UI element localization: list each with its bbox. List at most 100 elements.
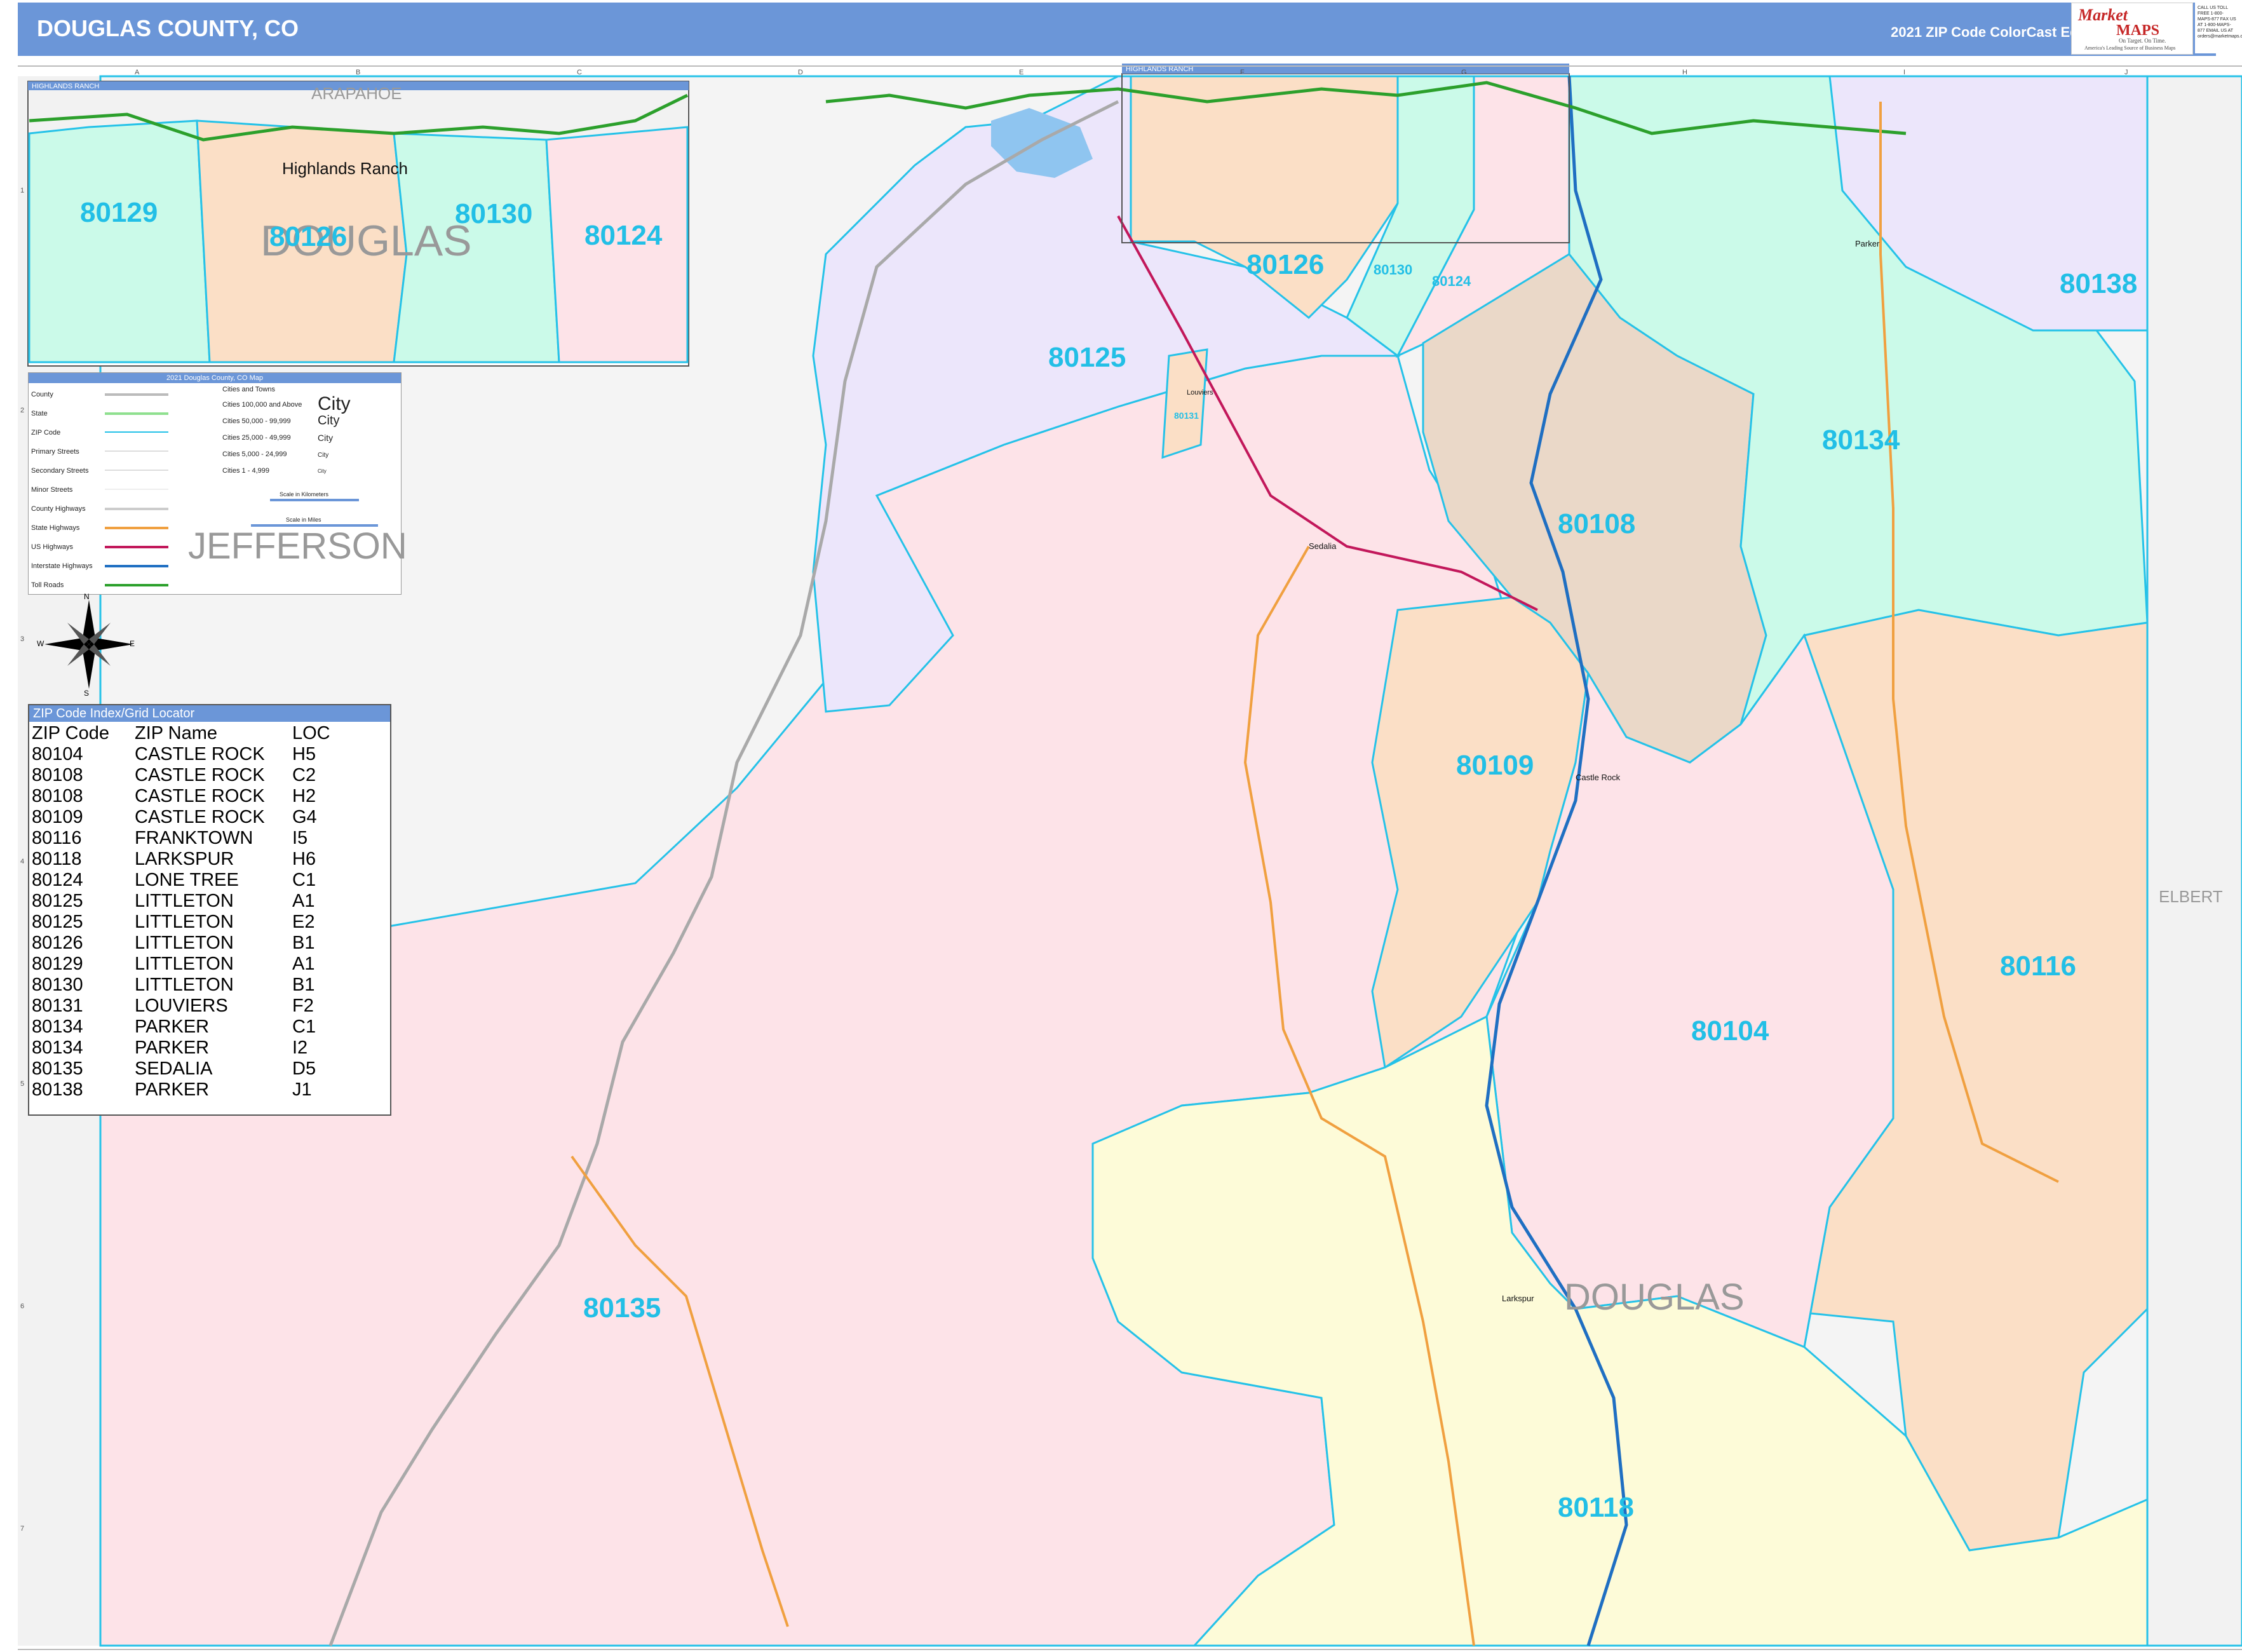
zip-index-row[interactable]: 80125 LITTLETON A1	[30, 891, 330, 912]
legend-line-state	[105, 412, 168, 415]
zip-label-80138[interactable]: 80138	[2060, 268, 2137, 300]
zip-name-cell: FRANKTOWN	[135, 828, 253, 848]
zip-index-title: ZIP Code Index/Grid Locator	[29, 705, 390, 722]
legend-line-county	[105, 393, 168, 396]
zip-index-header-name: ZIP Name	[135, 723, 218, 743]
zip-index-row[interactable]: 80134 PARKER I2	[30, 1038, 330, 1059]
zip-label-80126[interactable]: 80126	[1246, 249, 1324, 281]
legend-cities-header: Cities and Towns	[222, 386, 275, 393]
zip-loc-cell: C2	[292, 765, 316, 785]
zip-label-80118[interactable]: 80118	[1558, 1492, 1634, 1524]
zip-index-row[interactable]: 80109 CASTLE ROCK G4	[30, 807, 330, 828]
zip-name-cell: CASTLE ROCK	[135, 807, 265, 827]
legend-scale-mi: Scale in Miles	[286, 517, 321, 523]
place-larkspur: Larkspur	[1502, 1294, 1534, 1303]
zip-code-index: ZIP Code Index/Grid Locator ZIP Code ZIP…	[28, 704, 391, 1116]
zip-index-row[interactable]: 80126 LITTLETON B1	[30, 933, 330, 954]
zip-label-80131[interactable]: 80131	[1174, 410, 1199, 421]
legend-line-secondary	[105, 470, 168, 471]
zip-code-cell: 80130	[32, 975, 83, 995]
compass-s: S	[84, 689, 90, 698]
legend-row-state-hwy: State Highways	[31, 524, 80, 532]
legend-line-zip	[105, 431, 168, 433]
zip-loc-cell: I5	[292, 828, 308, 848]
zip-index-row[interactable]: 80134 PARKER C1	[30, 1017, 330, 1038]
zip-index-row[interactable]: 80108 CASTLE ROCK C2	[30, 765, 330, 786]
zip-name-cell: LITTLETON	[135, 933, 234, 953]
zip-loc-cell: H5	[292, 744, 316, 764]
county-label-douglas: DOUGLAS	[1564, 1276, 1745, 1318]
legend-city-sample-1: City	[318, 393, 351, 414]
zip-label-80135[interactable]: 80135	[583, 1292, 661, 1324]
zip-code-cell: 80124	[32, 870, 83, 890]
zip-code-cell: 80108	[32, 765, 83, 785]
inset-place-highlands-ranch: Highlands Ranch	[282, 159, 409, 178]
legend-city-row-2: Cities 50,000 - 99,999	[222, 417, 291, 425]
place-louviers: Louviers	[1187, 389, 1213, 396]
zip-name-cell: CASTLE ROCK	[135, 786, 265, 806]
zip-loc-cell: E2	[292, 912, 315, 932]
grid-col-d: D	[798, 69, 803, 76]
legend-row-minor: Minor Streets	[31, 486, 73, 494]
zip-label-80109[interactable]: 80109	[1456, 750, 1534, 782]
zip-index-row[interactable]: 80130 LITTLETON B1	[30, 975, 330, 996]
zip-code-cell: 80131	[32, 996, 83, 1016]
zip-code-cell: 80134	[32, 1038, 83, 1058]
grid-col-h: H	[1682, 69, 1687, 76]
compass-e: E	[130, 639, 135, 648]
zip-index-row[interactable]: 80124 LONE TREE C1	[30, 870, 330, 891]
inset-county-arapahoe: ARAPAHOE	[311, 84, 402, 103]
zip-name-cell: LONE TREE	[135, 870, 239, 890]
zip-index-row[interactable]: 80118 LARKSPUR H6	[30, 849, 330, 870]
legend-title: 2021 Douglas County, CO Map	[29, 373, 401, 383]
inset-zip-label-80124: 80124	[584, 220, 663, 251]
place-sedalia: Sedalia	[1309, 541, 1337, 551]
zip-code-cell: 80126	[32, 933, 83, 953]
zip-index-table: ZIP Code ZIP Name LOC 80104 CASTLE ROCK H5…	[30, 723, 330, 1100]
legend-line-primary	[105, 450, 168, 452]
zip-index-row[interactable]: 80135 SEDALIA D5	[30, 1059, 330, 1080]
zip-loc-cell: H6	[292, 849, 316, 869]
grid-row-1: 1	[20, 187, 25, 194]
zip-loc-cell: G4	[292, 807, 317, 827]
legend-row-us-hwy: US Highways	[31, 543, 74, 551]
zip-index-row[interactable]: 80125 LITTLETON E2	[30, 912, 330, 933]
grid-col-b: B	[356, 69, 361, 76]
legend-row-toll: Toll Roads	[31, 581, 64, 589]
zip-code-cell: 80108	[32, 786, 83, 806]
grid-row-7: 7	[20, 1525, 25, 1533]
zip-label-80116[interactable]: 80116	[2000, 951, 2076, 982]
elbert-area	[2146, 75, 2242, 1647]
zip-index-row[interactable]: 80138 PARKER J1	[30, 1080, 330, 1100]
grid-row-3: 3	[20, 635, 25, 643]
zip-loc-cell: J1	[292, 1080, 312, 1100]
zip-index-row[interactable]: 80104 CASTLE ROCK H5	[30, 744, 330, 765]
zip-loc-cell: C1	[292, 1017, 316, 1037]
zip-loc-cell: D5	[292, 1059, 316, 1079]
zip-index-header-zip: ZIP Code	[32, 723, 109, 743]
zip-name-cell: CASTLE ROCK	[135, 765, 265, 785]
zip-label-80125[interactable]: 80125	[1048, 342, 1126, 374]
compass-w: W	[37, 639, 44, 648]
grid-col-f: F	[1240, 69, 1245, 76]
zip-label-80130[interactable]: 80130	[1374, 262, 1412, 278]
zip-index-row[interactable]: 80108 CASTLE ROCK H2	[30, 786, 330, 807]
legend-line-toll	[105, 584, 168, 586]
zip-code-cell: 80134	[32, 1017, 83, 1037]
zip-loc-cell: A1	[292, 954, 315, 974]
zip-loc-cell: I2	[292, 1038, 308, 1058]
zip-index-row[interactable]: 80129 LITTLETON A1	[30, 954, 330, 975]
zip-label-80134[interactable]: 80134	[1822, 424, 1900, 456]
zip-label-80104[interactable]: 80104	[1691, 1015, 1769, 1047]
legend-scale-km: Scale in Kilometers	[280, 491, 329, 498]
zip-index-row[interactable]: 80131 LOUVIERS F2	[30, 996, 330, 1017]
zip-index-row[interactable]: 80116 FRANKTOWN I5	[30, 828, 330, 849]
zip-label-80124[interactable]: 80124	[1432, 273, 1471, 290]
legend-line-us-hwy	[105, 546, 168, 548]
zip-label-80108[interactable]: 80108	[1558, 508, 1635, 540]
zip-loc-cell: F2	[292, 996, 314, 1016]
zip-loc-cell: H2	[292, 786, 316, 806]
zip-name-cell: PARKER	[135, 1017, 210, 1037]
inset-zip-80129[interactable]	[28, 119, 211, 363]
inset-zip-label-80130: 80130	[455, 198, 533, 229]
